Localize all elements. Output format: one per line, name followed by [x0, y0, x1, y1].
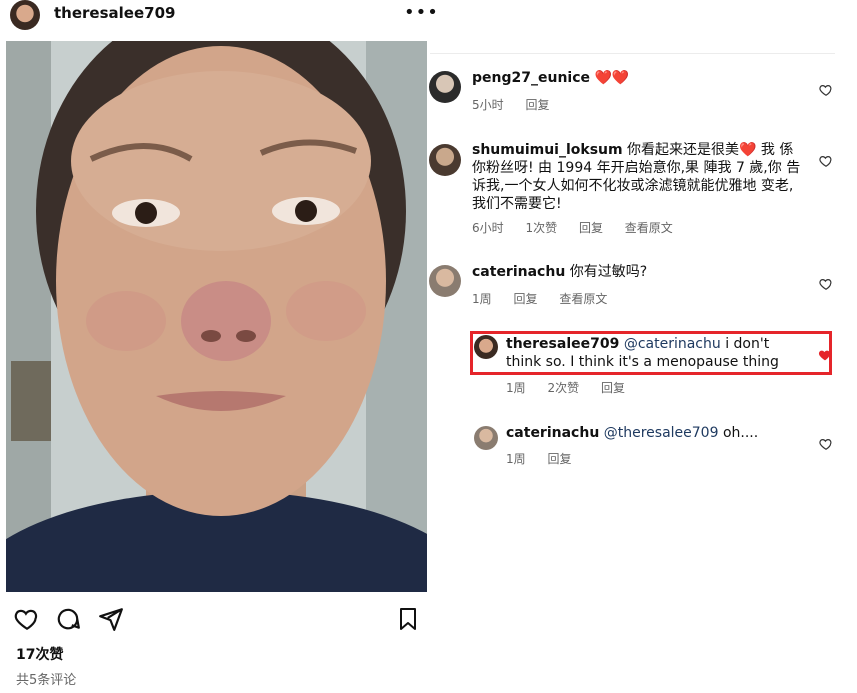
- avatar[interactable]: [474, 335, 498, 359]
- comment-username[interactable]: caterinachu: [472, 264, 565, 280]
- share-icon[interactable]: [98, 606, 124, 632]
- reply-button[interactable]: 回复: [601, 381, 625, 395]
- reply-button[interactable]: 回复: [547, 452, 571, 466]
- comment-mention[interactable]: @theresalee709: [604, 425, 719, 441]
- heart-icon[interactable]: [819, 83, 833, 97]
- comment-text: oh....: [722, 425, 759, 441]
- comment-time: 6小时: [472, 221, 504, 235]
- comment-username[interactable]: caterinachu: [506, 425, 599, 441]
- comment-like-count[interactable]: 2次赞: [547, 381, 579, 395]
- see-translation-button[interactable]: 查看原文: [559, 292, 607, 306]
- avatar[interactable]: [429, 265, 461, 297]
- like-count[interactable]: 17次赞: [16, 644, 63, 664]
- comment-count[interactable]: 共5条评论: [16, 669, 76, 688]
- heart-icon[interactable]: [13, 606, 41, 632]
- comment-text: ❤️❤️: [594, 70, 630, 86]
- liked-heart-icon[interactable]: [818, 348, 832, 362]
- post-photo: [6, 41, 427, 592]
- post-header: theresalee709 •••: [0, 0, 438, 34]
- comment-username[interactable]: theresalee709: [506, 336, 619, 352]
- comment-like-count[interactable]: 1次赞: [525, 221, 557, 235]
- post-actions: [0, 600, 430, 640]
- reply-button[interactable]: 回复: [579, 221, 603, 235]
- comment-username[interactable]: shumuimui_loksum: [472, 142, 623, 158]
- comment-username[interactable]: peng27_eunice: [472, 70, 590, 86]
- comment-text: 你有过敏吗?: [569, 264, 648, 280]
- comment-icon[interactable]: [55, 606, 81, 632]
- comment-time: 1周: [506, 381, 526, 395]
- comment-time: 5小时: [472, 98, 504, 112]
- more-horizontal-icon[interactable]: •••: [404, 2, 439, 23]
- avatar[interactable]: [474, 426, 498, 450]
- avatar[interactable]: [10, 0, 40, 30]
- comment-time: 1周: [506, 452, 526, 466]
- avatar[interactable]: [429, 71, 461, 103]
- avatar[interactable]: [429, 144, 461, 176]
- comment-time: 1周: [472, 292, 492, 306]
- divider: [430, 53, 835, 54]
- bookmark-icon[interactable]: [396, 606, 420, 632]
- comment-mention[interactable]: @caterinachu: [624, 336, 721, 352]
- post-username[interactable]: theresalee709: [54, 4, 175, 22]
- heart-icon[interactable]: [819, 277, 833, 291]
- reply-button[interactable]: 回复: [513, 292, 537, 306]
- heart-icon[interactable]: [819, 437, 833, 451]
- see-translation-button[interactable]: 查看原文: [625, 221, 673, 235]
- reply-button[interactable]: 回复: [525, 98, 549, 112]
- heart-icon[interactable]: [819, 154, 833, 168]
